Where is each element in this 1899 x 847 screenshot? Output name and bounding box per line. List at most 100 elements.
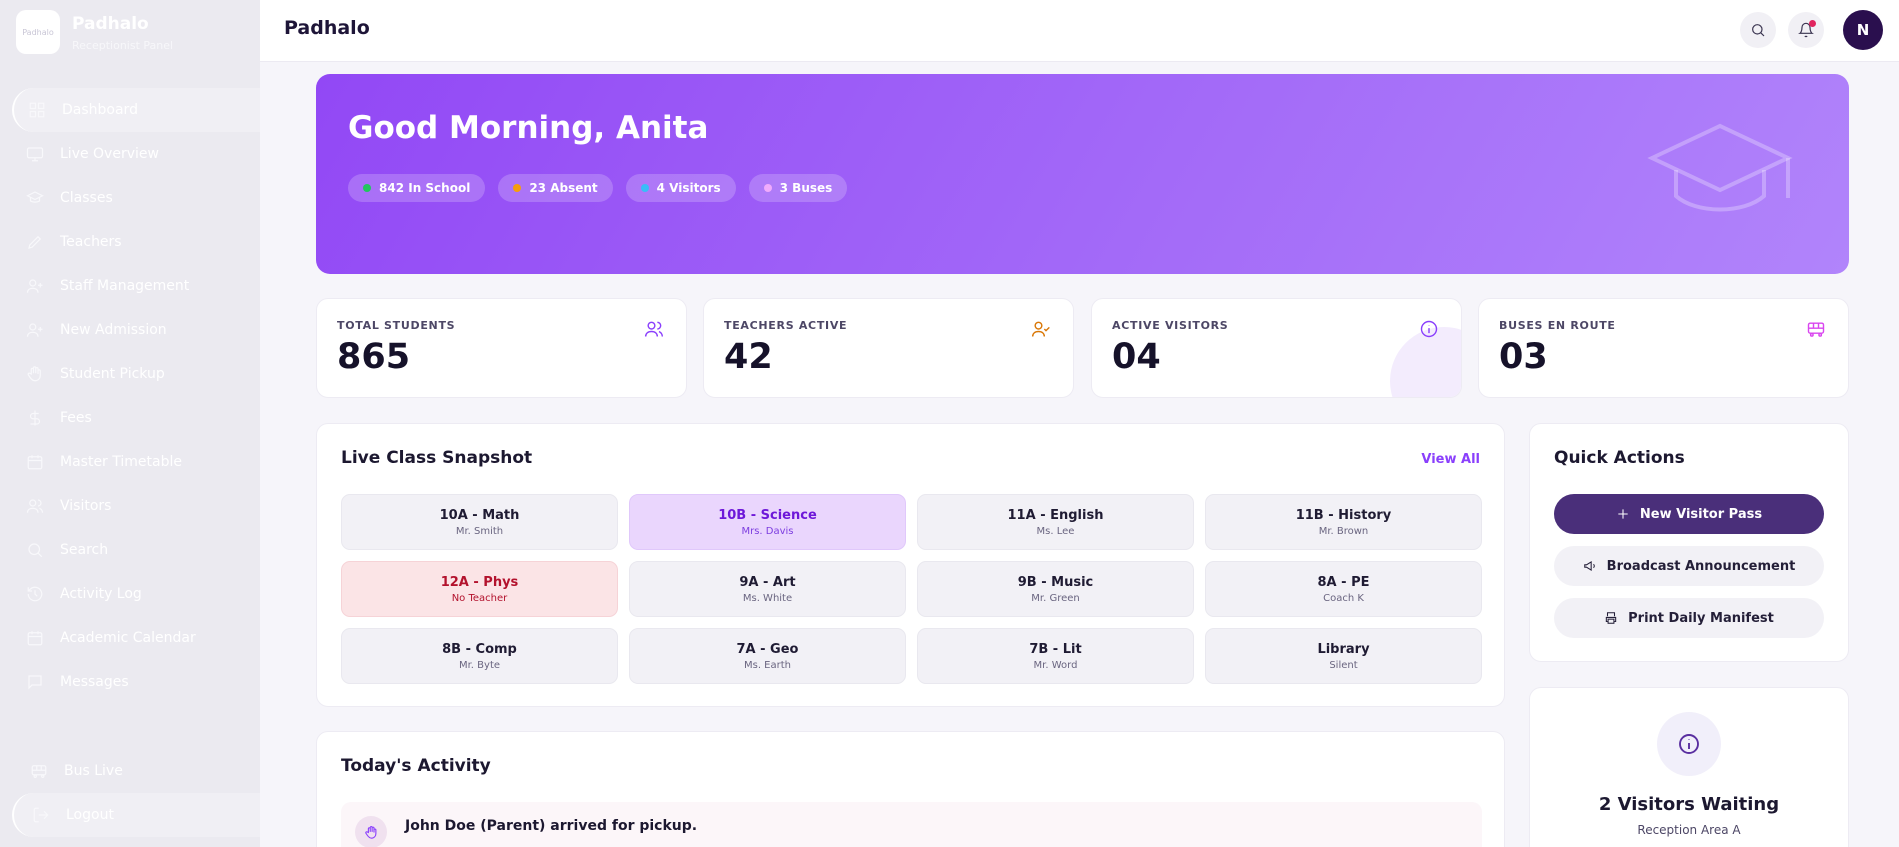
graduation-cap-icon	[26, 189, 44, 207]
sidebar-item-label: Fees	[60, 410, 92, 426]
sidebar-item-label: Visitors	[60, 498, 112, 514]
users-icon	[644, 319, 664, 339]
sidebar-item-teachers[interactable]: Teachers	[12, 220, 260, 264]
class-teacher: Ms. Lee	[1036, 525, 1075, 537]
activity-text: John Doe (Parent) arrived for pickup.	[405, 818, 698, 834]
class-card[interactable]: 7B - Lit Mr. Word	[917, 628, 1194, 684]
sidebar-bottom-nav: Bus Live Logout	[12, 749, 260, 837]
welcome-banner: Good Morning, Anita 842 In School 23 Abs…	[316, 74, 1849, 274]
sidebar-item-label: Student Pickup	[60, 366, 165, 382]
summary-chips: 842 In School 23 Absent 4 Visitors 3 Bus…	[348, 174, 860, 202]
users-icon	[26, 497, 44, 515]
sidebar-item-visitors[interactable]: Visitors	[12, 484, 260, 528]
sidebar: Padhalo Padhalo Receptionist Panel Dashb…	[0, 0, 260, 847]
sidebar-item-staff-management[interactable]: Staff Management	[12, 264, 260, 308]
sidebar-item-label: Classes	[60, 190, 113, 206]
class-teacher: Mr. Byte	[458, 659, 501, 671]
class-card[interactable]: 9B - Music Mr. Green	[917, 561, 1194, 617]
hand-icon	[355, 816, 387, 847]
status-dot	[363, 184, 371, 192]
class-teacher: Mr. Word	[1033, 659, 1078, 671]
stat-card-buses-en-route: BUSES EN ROUTE 03	[1478, 298, 1849, 398]
sidebar-item-master-timetable[interactable]: Master Timetable	[12, 440, 260, 484]
class-name: 9B - Music	[1017, 574, 1094, 590]
sidebar-item-search[interactable]: Search	[12, 528, 260, 572]
top-bar: Padhalo N	[260, 0, 1899, 62]
sidebar-item-fees[interactable]: Fees	[12, 396, 260, 440]
class-teacher: Mrs. Davis	[741, 525, 794, 537]
sidebar-item-label: Master Timetable	[60, 454, 182, 470]
waiting-title: 2 Visitors Waiting	[1598, 794, 1780, 815]
class-teacher: Mr. Smith	[455, 525, 504, 537]
sidebar-item-live-overview[interactable]: Live Overview	[12, 132, 260, 176]
stat-value: 03	[1499, 337, 1548, 377]
stat-card-teachers-active: TEACHERS ACTIVE 42	[703, 298, 1074, 398]
greeting: Good Morning, Anita	[348, 110, 709, 146]
class-card[interactable]: 11B - History Mr. Brown	[1205, 494, 1482, 550]
class-card[interactable]: 10A - Math Mr. Smith	[341, 494, 618, 550]
quick-actions-panel: Quick Actions New Visitor Pass Broadcast…	[1529, 423, 1849, 662]
sidebar-item-label: Bus Live	[64, 763, 123, 779]
class-card[interactable]: 8B - Comp Mr. Byte	[341, 628, 618, 684]
stat-value: 865	[337, 337, 411, 377]
class-card[interactable]: 9A - Art Ms. White	[629, 561, 906, 617]
brand-logo: Padhalo	[16, 10, 60, 54]
chip-label: 4 Visitors	[656, 181, 721, 195]
search-icon	[1752, 24, 1765, 37]
sidebar-item-dashboard[interactable]: Dashboard	[12, 88, 260, 132]
stat-label: BUSES EN ROUTE	[1499, 319, 1616, 332]
class-card[interactable]: 10B - Science Mrs. Davis	[629, 494, 906, 550]
broadcast-announcement-button[interactable]: Broadcast Announcement	[1554, 546, 1824, 586]
calendar-icon	[26, 629, 44, 647]
sidebar-item-messages[interactable]: Messages	[12, 660, 260, 704]
print-daily-manifest-button[interactable]: Print Daily Manifest	[1554, 598, 1824, 638]
section-title: Live Class Snapshot	[341, 448, 533, 468]
class-card[interactable]: Library Silent	[1205, 628, 1482, 684]
hand-icon	[26, 365, 44, 383]
class-name: 10B - Science	[718, 507, 817, 523]
brand[interactable]: Padhalo Padhalo Receptionist Panel	[16, 10, 173, 54]
chip-label: 842 In School	[379, 181, 471, 195]
class-card[interactable]: 7A - Geo Ms. Earth	[629, 628, 906, 684]
sidebar-item-label: New Admission	[60, 322, 167, 338]
brand-subtitle: Receptionist Panel	[72, 39, 174, 52]
view-all-link[interactable]: View All	[1421, 452, 1480, 467]
search-icon	[26, 541, 44, 559]
button-label: Print Daily Manifest	[1628, 610, 1774, 626]
sidebar-item-academic-calendar[interactable]: Academic Calendar	[12, 616, 260, 660]
search-button[interactable]	[1740, 12, 1776, 48]
class-card[interactable]: 12A - Phys No Teacher	[341, 561, 618, 617]
info-icon	[1419, 319, 1439, 339]
sidebar-item-logout[interactable]: Logout	[12, 793, 260, 837]
bus-icon	[1806, 319, 1826, 339]
dashboard-icon	[28, 101, 46, 119]
stat-value: 04	[1112, 337, 1161, 377]
class-teacher: Mr. Green	[1031, 592, 1080, 604]
sidebar-item-label: Live Overview	[60, 146, 159, 162]
class-card[interactable]: 11A - English Ms. Lee	[917, 494, 1194, 550]
user-check-icon	[1031, 319, 1051, 339]
dollar-icon	[26, 409, 44, 427]
activity-item[interactable]: John Doe (Parent) arrived for pickup.	[341, 802, 1482, 847]
avatar[interactable]: N	[1843, 10, 1883, 50]
waiting-subtitle: Reception Area A	[1637, 823, 1741, 837]
sidebar-item-new-admission[interactable]: New Admission	[12, 308, 260, 352]
sidebar-item-student-pickup[interactable]: Student Pickup	[12, 352, 260, 396]
class-teacher: Ms. White	[742, 592, 793, 604]
stat-label: ACTIVE VISITORS	[1112, 319, 1229, 332]
stat-card-total-students: TOTAL STUDENTS 865	[316, 298, 687, 398]
class-card[interactable]: 8A - PE Coach K	[1205, 561, 1482, 617]
notifications-button[interactable]	[1788, 12, 1824, 48]
sidebar-item-bus-live[interactable]: Bus Live	[12, 749, 260, 793]
notification-dot	[1809, 20, 1816, 27]
new-visitor-pass-button[interactable]: New Visitor Pass	[1554, 494, 1824, 534]
sidebar-item-classes[interactable]: Classes	[12, 176, 260, 220]
stat-value: 42	[724, 337, 773, 377]
chip-in-school: 842 In School	[348, 174, 486, 202]
sidebar-item-activity-log[interactable]: Activity Log	[12, 572, 260, 616]
chip-label: 23 Absent	[529, 181, 598, 195]
chip-visitors: 4 Visitors	[625, 174, 736, 202]
class-teacher: No Teacher	[451, 592, 508, 604]
status-dot	[513, 184, 522, 192]
stat-label: TEACHERS ACTIVE	[724, 319, 848, 332]
